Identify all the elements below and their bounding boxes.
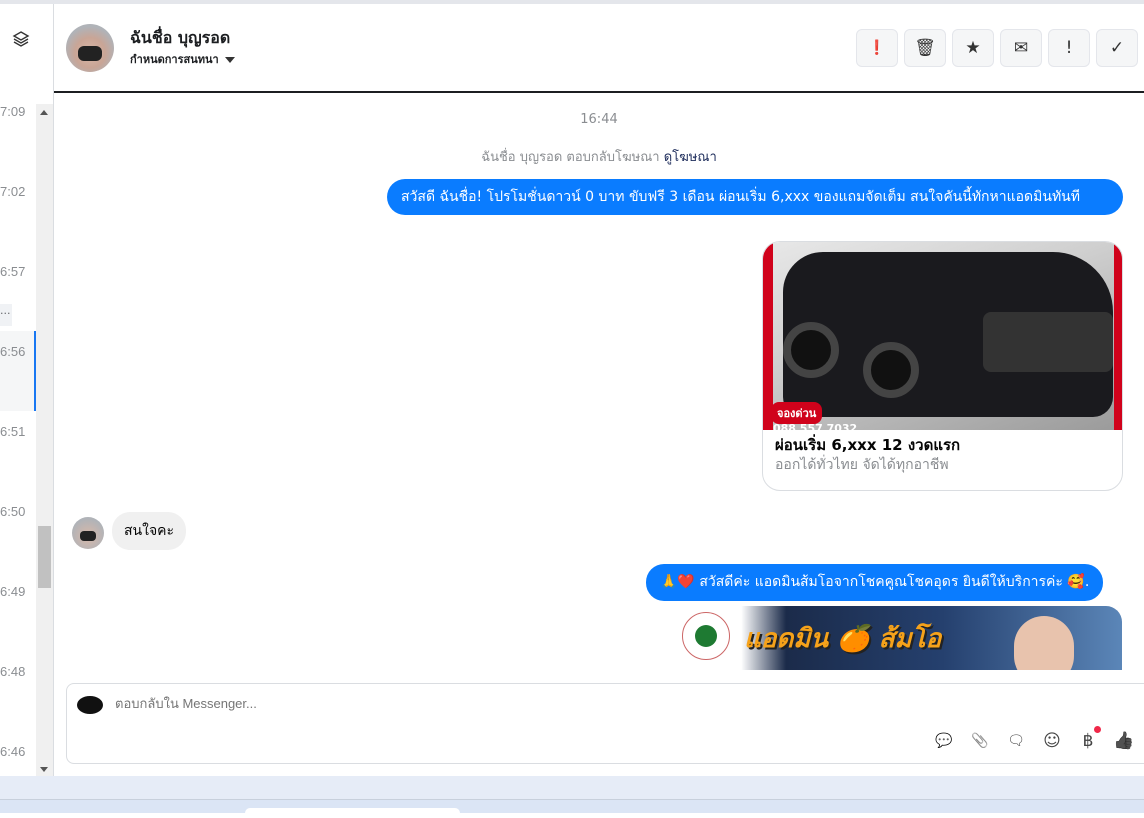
conversation-time: 6:48	[0, 664, 26, 679]
incoming-message: สนใจคะ	[112, 512, 187, 550]
conversation-time: 6:50	[0, 504, 26, 519]
chat-button[interactable]: 🗨	[1005, 730, 1027, 752]
conversation-time: 6:56	[0, 344, 26, 359]
thumbs-up-icon: 👍	[1113, 731, 1135, 751]
follow-up-button[interactable]: !	[1048, 29, 1090, 67]
conversation-snippet[interactable]: ...	[0, 304, 12, 326]
exclamation-icon: !	[1065, 38, 1073, 58]
timestamp: 16:44	[580, 112, 618, 127]
ad-reply-text: ฉันชื่อ บุญรอด ตอบกลับโฆษณา	[481, 150, 660, 165]
scrollbar[interactable]	[36, 104, 53, 776]
layers-icon[interactable]	[12, 30, 30, 48]
conversation-time: 6:57	[0, 264, 26, 279]
urgent-tag: จองด่วน	[771, 402, 823, 424]
conversation-time: 7:09	[0, 104, 26, 119]
envelope-icon: ✉	[1013, 38, 1029, 58]
baht-icon: ฿	[1082, 731, 1094, 751]
view-ad-link[interactable]: ดูโฆษณา	[664, 150, 717, 165]
mark-unread-button[interactable]: ✉	[1000, 29, 1042, 67]
emoji-icon: ☺	[1043, 731, 1061, 751]
like-button[interactable]: 👍	[1113, 730, 1135, 752]
attach-button[interactable]: 📎	[969, 730, 991, 752]
page-avatar	[77, 696, 103, 714]
outgoing-message: 🙏❤️ สวัสดีค่ะ แอดมินส้มโอจากโชคคูณโชคอุด…	[646, 564, 1104, 601]
scroll-down-icon[interactable]	[40, 767, 48, 772]
alert-circle-icon: ❗	[868, 40, 886, 56]
reply-input[interactable]	[115, 696, 715, 711]
paperclip-icon: 📎	[971, 733, 989, 749]
saved-reply-icon: 💬	[935, 733, 953, 749]
saved-reply-button[interactable]: 💬	[933, 730, 955, 752]
scroll-up-icon[interactable]	[40, 110, 48, 115]
scrollbar-thumb[interactable]	[38, 526, 51, 588]
banner-text: แอดมิน 🍊 ส้มโอ	[744, 624, 942, 654]
done-button[interactable]: ✓	[1096, 29, 1138, 67]
report-button[interactable]: ❗	[856, 29, 898, 67]
window-bottom	[0, 776, 1144, 799]
ad-card[interactable]: จองด่วน 088 557 7032 ผ่อนเริ่ม 6,xxx 12 …	[762, 241, 1123, 491]
chat-header: ฉันชื่อ บุญรอด กำหนดการสนทนา ❗ 🗑 ★ ✉ ! ✓	[54, 4, 1144, 93]
composer-tools: 💬 📎 🗨 ☺ ฿ 👍	[933, 726, 1135, 752]
check-icon: ✓	[1109, 38, 1125, 58]
conversation-time: 6:46	[0, 744, 26, 759]
contact-name[interactable]: ฉันชื่อ บุญรอด	[130, 26, 230, 51]
emoji-button[interactable]: ☺	[1041, 730, 1063, 752]
contact-avatar	[72, 517, 104, 549]
avatar[interactable]	[66, 24, 114, 72]
car-image: จองด่วน 088 557 7032	[763, 242, 1122, 435]
ad-reply-notice: ฉันชื่อ บุญรอด ตอบกลับโฆษณา ดูโฆษณา	[54, 146, 1144, 167]
header-actions: ❗ 🗑 ★ ✉ ! ✓	[856, 29, 1138, 67]
admin-banner-image: แอดมิน 🍊 ส้มโอ	[674, 606, 1122, 670]
conversation-list: ... 7:09 7:02 6:57 6:56 6:51 6:50 6:49 6…	[0, 4, 54, 776]
card-description: ออกได้ทั่วไทย จัดได้ทุกอาชีพ	[775, 457, 949, 473]
conversation-time: 6:51	[0, 424, 26, 439]
payment-button[interactable]: ฿	[1077, 726, 1101, 752]
conversation-schedule-dropdown[interactable]: กำหนดการสนทนา	[130, 50, 235, 68]
conversation-time: 6:49	[0, 584, 26, 599]
selected-conversation[interactable]	[0, 331, 36, 411]
taskbar	[0, 799, 1144, 818]
message-composer: 💬 📎 🗨 ☺ ฿ 👍	[66, 683, 1144, 764]
notification-dot	[1094, 726, 1101, 733]
trash-icon: 🗑	[914, 38, 936, 58]
schedule-label: กำหนดการสนทนา	[130, 53, 219, 66]
delete-button[interactable]: 🗑	[904, 29, 946, 67]
star-icon: ★	[965, 38, 981, 58]
outgoing-message: สวัสดี ฉันชื่อ! โปรโมชั่นดาวน์ 0 บาท ขับ…	[387, 179, 1123, 215]
taskbar-search[interactable]	[245, 808, 460, 818]
dealer-logo	[682, 612, 730, 660]
star-button[interactable]: ★	[952, 29, 994, 67]
chat-bubble-icon: 🗨	[1007, 733, 1025, 749]
caret-down-icon	[224, 57, 235, 63]
conversation-time: 7:02	[0, 184, 26, 199]
